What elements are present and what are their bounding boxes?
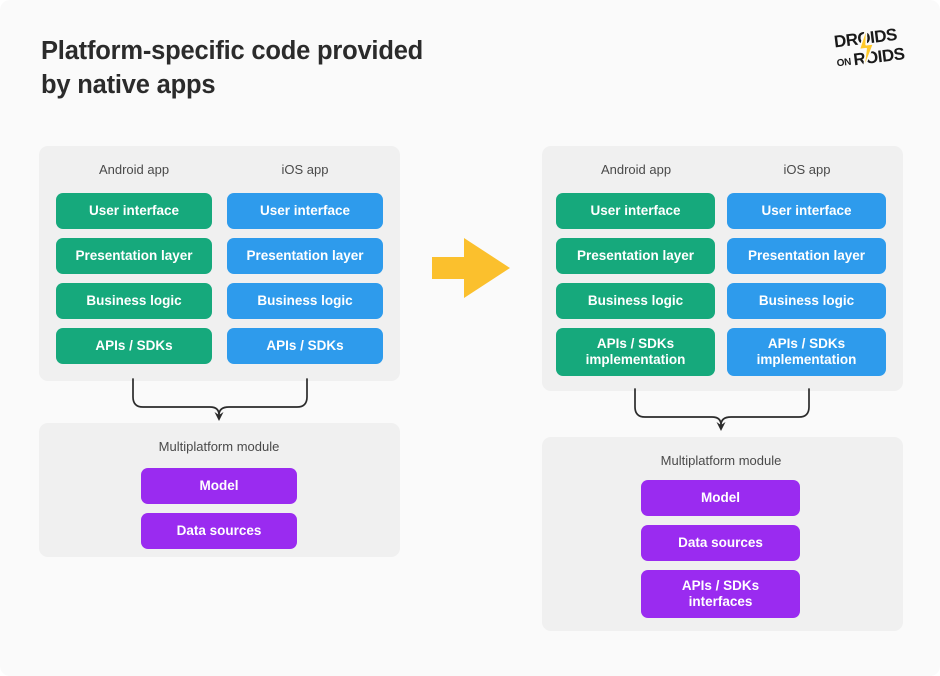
after-module-box-data-sources[interactable]: Data sources [641,525,800,561]
after-ios-box-business-logic[interactable]: Business logic [727,283,886,319]
after-ios-column-label: iOS app [783,162,831,177]
before-android-box-presentation-layer[interactable]: Presentation layer [56,238,212,274]
before-ios-box-user-interface[interactable]: User interface [227,193,383,229]
before-ios-column-label: iOS app [281,162,329,177]
after-connector-brace [627,388,817,433]
before-connector-brace [125,378,315,423]
after-android-box-presentation-layer[interactable]: Presentation layer [556,238,715,274]
before-android-column-label: Android app [98,162,170,177]
diagram-canvas: Platform-specific code provided by nativ… [0,0,940,676]
before-android-box-apis-sdks[interactable]: APIs / SDKs [56,328,212,364]
before-module-panel: Multiplatform module Model Data sources [39,423,400,557]
after-module-box-model[interactable]: Model [641,480,800,516]
before-ios-box-presentation-layer[interactable]: Presentation layer [227,238,383,274]
before-ios-box-business-logic[interactable]: Business logic [227,283,383,319]
before-module-box-data-sources[interactable]: Data sources [141,513,297,549]
after-android-column-label: Android app [600,162,672,177]
after-android-box-user-interface[interactable]: User interface [556,193,715,229]
page-title: Platform-specific code provided by nativ… [41,37,424,99]
droids-on-roids-logo: DROIDS ON ROIDS [833,24,911,70]
after-module-panel-label: Multiplatform module [660,453,782,468]
before-android-box-business-logic[interactable]: Business logic [56,283,212,319]
after-ios-box-apis-sdks-implementation[interactable]: APIs / SDKs implementation [727,328,886,376]
before-module-box-model[interactable]: Model [141,468,297,504]
after-apps-panel: Android app iOS app User interface Prese… [542,146,903,391]
before-android-box-user-interface[interactable]: User interface [56,193,212,229]
after-android-box-business-logic[interactable]: Business logic [556,283,715,319]
after-module-box-apis-sdks-interfaces[interactable]: APIs / SDKs interfaces [641,570,800,618]
after-module-panel: Multiplatform module Model Data sources … [542,437,903,631]
after-android-box-apis-sdks-implementation[interactable]: APIs / SDKs implementation [556,328,715,376]
after-ios-box-user-interface[interactable]: User interface [727,193,886,229]
before-apps-panel: Android app iOS app User interface Prese… [39,146,400,381]
before-ios-box-apis-sdks[interactable]: APIs / SDKs [227,328,383,364]
transition-arrow [432,236,512,300]
before-module-panel-label: Multiplatform module [158,439,280,454]
after-ios-box-presentation-layer[interactable]: Presentation layer [727,238,886,274]
svg-text:ON: ON [836,57,852,70]
